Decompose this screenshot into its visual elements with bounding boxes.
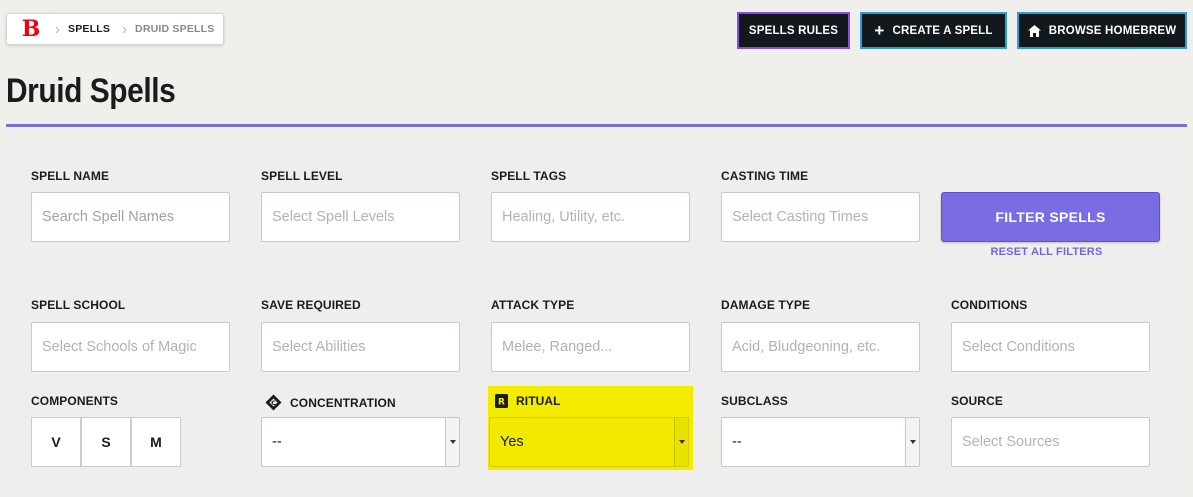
conditions-input[interactable] bbox=[962, 339, 1149, 355]
spell-school-label: SPELL SCHOOL bbox=[31, 298, 126, 312]
attack-type-label: ATTACK TYPE bbox=[491, 298, 575, 312]
source-label: SOURCE bbox=[951, 394, 1003, 408]
subclass-value: -- bbox=[732, 434, 742, 450]
component-v-button[interactable]: V bbox=[31, 417, 81, 467]
reset-all-filters-link[interactable]: RESET ALL FILTERS bbox=[941, 246, 1152, 258]
conditions-field[interactable] bbox=[951, 322, 1150, 372]
browse-homebrew-button[interactable]: BROWSE HOMEBREW bbox=[1017, 12, 1187, 49]
spell-level-field[interactable] bbox=[261, 192, 460, 242]
damage-type-field[interactable] bbox=[721, 322, 920, 372]
spells-rules-button[interactable]: SPELLS RULES bbox=[737, 12, 850, 49]
casting-time-label: CASTING TIME bbox=[721, 169, 809, 183]
spell-tags-input[interactable] bbox=[502, 209, 689, 225]
plus-icon: + bbox=[874, 21, 885, 40]
home-icon bbox=[1027, 24, 1041, 37]
ritual-label: RITUAL bbox=[516, 394, 561, 408]
components-label: COMPONENTS bbox=[31, 394, 119, 408]
ritual-select[interactable]: Yes bbox=[489, 417, 689, 467]
svg-text:R: R bbox=[498, 398, 505, 408]
spells-rules-label: SPELLS RULES bbox=[748, 24, 839, 37]
spell-name-input[interactable] bbox=[42, 209, 229, 225]
dndbeyond-logo-icon[interactable]: B bbox=[19, 16, 43, 42]
dropdown-arrow-icon bbox=[674, 418, 688, 466]
spell-level-input[interactable] bbox=[272, 209, 459, 225]
spell-level-label: SPELL LEVEL bbox=[261, 169, 343, 183]
casting-time-input[interactable] bbox=[732, 209, 919, 225]
spell-tags-label: SPELL TAGS bbox=[491, 169, 567, 183]
chevron-right-icon: › bbox=[122, 20, 128, 38]
concentration-value: -- bbox=[272, 434, 282, 450]
concentration-label-group: C CONCENTRATION bbox=[265, 394, 396, 411]
attack-type-field[interactable] bbox=[491, 322, 690, 372]
concentration-select[interactable]: -- bbox=[261, 417, 460, 467]
spell-name-field[interactable] bbox=[31, 192, 230, 242]
save-required-label: SAVE REQUIRED bbox=[261, 298, 361, 312]
damage-type-input[interactable] bbox=[732, 339, 919, 355]
concentration-icon: C bbox=[265, 394, 282, 411]
dropdown-arrow-icon bbox=[445, 418, 459, 466]
source-input[interactable] bbox=[962, 434, 1149, 450]
source-field[interactable] bbox=[951, 417, 1150, 467]
save-required-input[interactable] bbox=[272, 339, 459, 355]
casting-time-field[interactable] bbox=[721, 192, 920, 242]
create-spell-label: CREATE A SPELL bbox=[892, 24, 993, 37]
component-m-button[interactable]: M bbox=[131, 417, 181, 467]
save-required-field[interactable] bbox=[261, 322, 460, 372]
ritual-label-group: R RITUAL bbox=[495, 394, 561, 408]
spell-school-input[interactable] bbox=[42, 339, 229, 355]
dropdown-arrow-icon bbox=[905, 418, 919, 466]
damage-type-label: DAMAGE TYPE bbox=[721, 298, 811, 312]
concentration-label: CONCENTRATION bbox=[290, 395, 396, 410]
subclass-label: SUBCLASS bbox=[721, 394, 788, 408]
spell-tags-field[interactable] bbox=[491, 192, 690, 242]
page-title: Druid Spells bbox=[6, 72, 176, 110]
spell-name-label: SPELL NAME bbox=[31, 169, 110, 183]
create-spell-button[interactable]: + CREATE A SPELL bbox=[860, 12, 1007, 49]
breadcrumb-druid-spells: DRUID SPELLS bbox=[135, 23, 215, 35]
browse-homebrew-label: BROWSE HOMEBREW bbox=[1048, 24, 1177, 37]
breadcrumb-spells[interactable]: SPELLS bbox=[68, 23, 110, 35]
ritual-icon: R bbox=[495, 394, 508, 408]
spell-school-field[interactable] bbox=[31, 322, 230, 372]
chevron-right-icon: › bbox=[55, 20, 60, 38]
svg-text:C: C bbox=[271, 399, 276, 407]
attack-type-input[interactable] bbox=[502, 339, 689, 355]
filter-spells-button[interactable]: FILTER SPELLS bbox=[941, 192, 1160, 242]
subclass-select[interactable]: -- bbox=[721, 417, 920, 467]
component-s-button[interactable]: S bbox=[81, 417, 131, 467]
ritual-value: Yes bbox=[500, 434, 524, 450]
conditions-label: CONDITIONS bbox=[951, 298, 1028, 312]
breadcrumb: B › SPELLS › DRUID SPELLS bbox=[6, 13, 224, 45]
